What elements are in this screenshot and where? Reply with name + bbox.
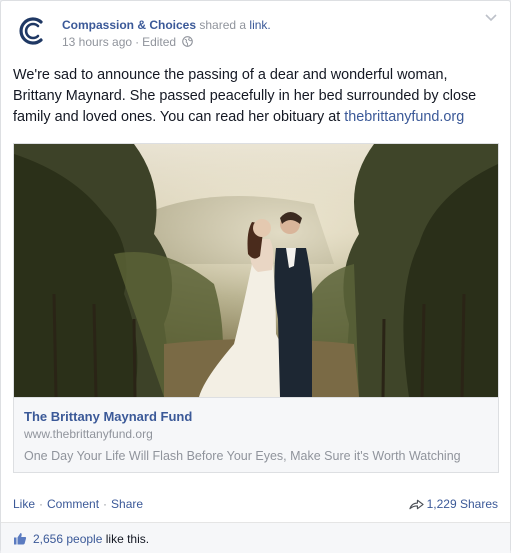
share-button[interactable]: Share [111, 497, 143, 511]
post-card: Compassion & Choices shared a link. 13 h… [0, 0, 511, 553]
timestamp[interactable]: 13 hours ago [62, 35, 132, 49]
likes-suffix: like this. [102, 532, 150, 546]
shares-count-label[interactable]: 1,229 Shares [427, 497, 498, 511]
attachment-domain: www.thebrittanyfund.org [24, 427, 153, 441]
globe-icon[interactable] [182, 36, 194, 47]
message-link[interactable]: thebrittanyfund.org [344, 109, 464, 125]
attachment-description: One Day Your Life Will Flash Before Your… [24, 449, 461, 463]
post-meta: 13 hours ago · Edited [62, 34, 194, 50]
likes-people-link[interactable]: 2,656 people [33, 532, 102, 546]
edited-label[interactable]: Edited [142, 35, 176, 49]
attachment-photo[interactable] [14, 144, 498, 397]
like-button[interactable]: Like [13, 497, 35, 511]
meta-separator: · [135, 35, 140, 49]
page-avatar[interactable] [13, 11, 53, 51]
shared-text: shared a [196, 18, 250, 32]
attachment-title[interactable]: The Brittany Maynard Fund [24, 409, 192, 424]
likes-bar: 2,656 people like this. [1, 523, 510, 553]
post-byline: Compassion & Choices shared a link. [62, 17, 271, 33]
action-separator: · [103, 497, 108, 511]
likes-summary: 2,656 people like this. [13, 531, 149, 547]
page-name-link[interactable]: Compassion & Choices [62, 18, 196, 32]
post-header: Compassion & Choices shared a link. 13 h… [13, 11, 498, 55]
thumbs-up-icon [14, 533, 27, 545]
share-arrow-icon [408, 499, 424, 510]
attachment-info[interactable]: The Brittany Maynard Fund www.thebrittan… [14, 397, 498, 472]
compassion-choices-logo-icon [19, 17, 43, 45]
link-attachment[interactable]: The Brittany Maynard Fund www.thebrittan… [13, 143, 499, 473]
shared-link-word[interactable]: link. [249, 18, 270, 32]
post-message: We're sad to announce the passing of a d… [13, 65, 493, 128]
chevron-down-icon[interactable] [484, 13, 498, 23]
wedding-vineyard-photo [14, 144, 498, 397]
shares-count[interactable]: 1,229 Shares [408, 495, 498, 513]
action-separator: · [39, 497, 44, 511]
comment-button[interactable]: Comment [47, 497, 99, 511]
post-actions: Like · Comment · Share 1,229 Shares [13, 495, 498, 513]
